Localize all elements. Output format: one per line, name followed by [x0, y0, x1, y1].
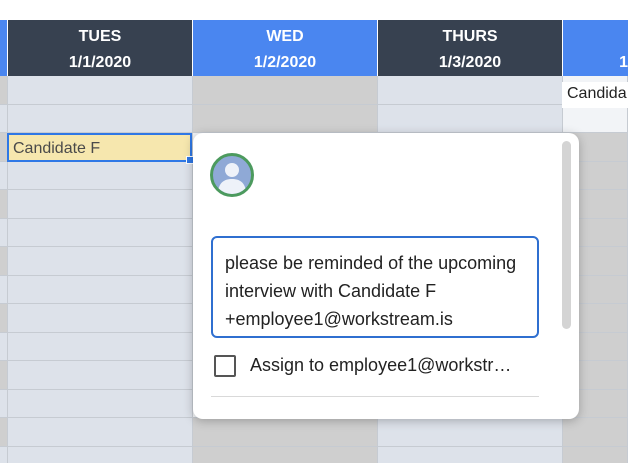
- spreadsheet: TUES 1/1/2020 WED 1/2/2020 THURS 1/3/202…: [0, 0, 628, 463]
- grid-cell[interactable]: [0, 446, 8, 463]
- grid-cell[interactable]: [0, 218, 8, 247]
- grid-cell[interactable]: [0, 389, 8, 418]
- grid-cell[interactable]: [8, 304, 193, 333]
- user-silhouette-icon: [218, 163, 246, 194]
- grid-cell[interactable]: [563, 446, 628, 463]
- column-header-tues[interactable]: TUES 1/1/2020: [8, 20, 193, 76]
- grid-cell[interactable]: [8, 104, 193, 133]
- grid-cell[interactable]: [8, 275, 193, 304]
- column-header-day: TUES: [78, 28, 122, 45]
- grid-cell[interactable]: [378, 418, 563, 447]
- cell-candidate-partial[interactable]: Candida: [562, 82, 628, 108]
- grid-cell[interactable]: [8, 190, 193, 219]
- grid-cell[interactable]: [0, 275, 8, 304]
- column-header-date: 1/3/2020: [438, 54, 502, 71]
- assign-checkbox[interactable]: [214, 355, 236, 377]
- selected-cell-candidate[interactable]: Candidate F: [7, 133, 192, 162]
- column-header-thurs[interactable]: THURS 1/3/2020: [378, 20, 563, 76]
- grid-cell[interactable]: [8, 218, 193, 247]
- grid-cell[interactable]: [378, 76, 563, 105]
- grid-cell[interactable]: [0, 332, 8, 361]
- grid-cell[interactable]: [8, 76, 193, 105]
- grid-cell[interactable]: [563, 104, 628, 133]
- grid-cell[interactable]: [8, 418, 193, 447]
- grid-cell[interactable]: [0, 361, 8, 390]
- grid-cell[interactable]: [0, 304, 8, 333]
- top-strip: [0, 0, 628, 20]
- grid-cell[interactable]: [8, 446, 193, 463]
- grid-cell[interactable]: [8, 161, 193, 190]
- grid-cell[interactable]: [193, 446, 378, 463]
- grid-cell[interactable]: [378, 446, 563, 463]
- grid-cell[interactable]: [8, 361, 193, 390]
- grid-cell[interactable]: [8, 247, 193, 276]
- grid-cell[interactable]: [378, 104, 563, 133]
- column-header-day: THURS: [442, 28, 498, 45]
- grid-cell[interactable]: [193, 418, 378, 447]
- user-avatar-icon: [210, 153, 254, 197]
- grid-cell[interactable]: [0, 161, 8, 190]
- assign-label[interactable]: Assign to employee1@workstr…: [250, 355, 530, 376]
- column-header-prev[interactable]: [0, 20, 8, 76]
- column-header-date: 1/1/2020: [68, 54, 132, 71]
- grid-cell[interactable]: [0, 76, 8, 105]
- column-header-date: 1: [619, 54, 628, 71]
- column-header-day: WED: [266, 28, 304, 45]
- grid-cell[interactable]: [8, 389, 193, 418]
- grid-cell[interactable]: [0, 190, 8, 219]
- popup-scrollbar[interactable]: [562, 141, 571, 329]
- column-header-date: 1/2/2020: [253, 54, 317, 71]
- grid-cell[interactable]: [193, 76, 378, 105]
- grid-cell[interactable]: [0, 247, 8, 276]
- grid-cell[interactable]: [8, 332, 193, 361]
- column-header-next[interactable]: 1: [563, 20, 628, 76]
- grid-cell[interactable]: [0, 418, 8, 447]
- column-header-wed[interactable]: WED 1/2/2020: [193, 20, 378, 76]
- grid-cell[interactable]: [193, 104, 378, 133]
- grid-cell[interactable]: [0, 104, 8, 133]
- grid-cell[interactable]: [563, 418, 628, 447]
- popup-divider: [211, 396, 539, 397]
- comment-input[interactable]: please be reminded of the upcoming inter…: [211, 236, 539, 338]
- comment-popup: please be reminded of the upcoming inter…: [193, 133, 579, 419]
